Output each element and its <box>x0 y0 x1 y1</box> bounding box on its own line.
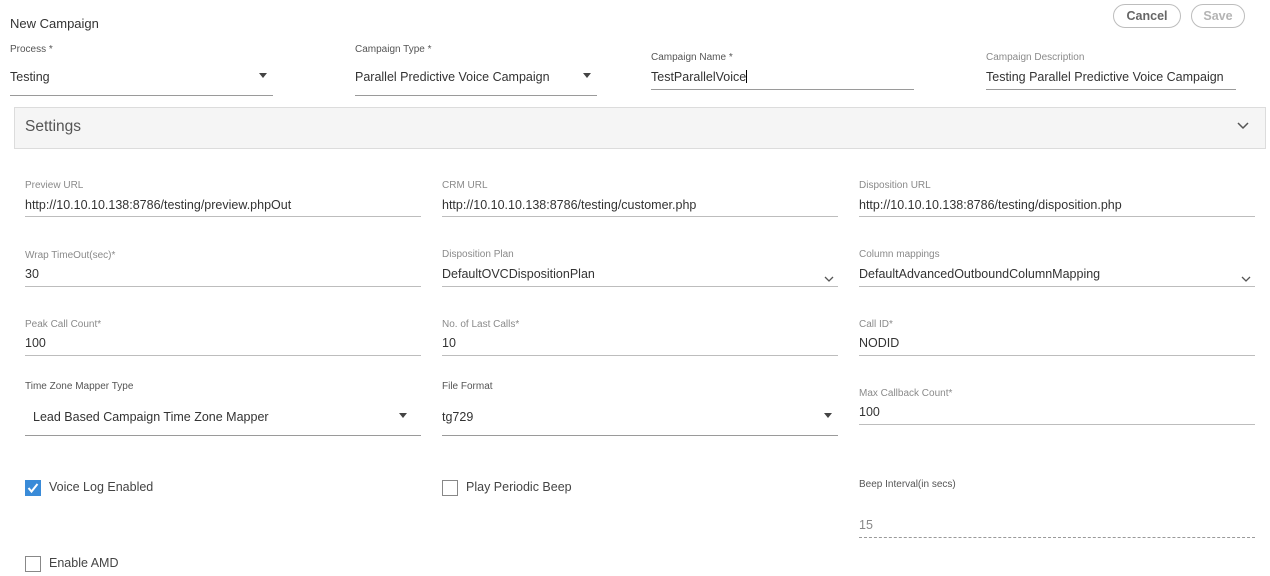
beep-interval-underline <box>859 537 1255 538</box>
save-button[interactable]: Save <box>1191 4 1245 28</box>
chevron-down-icon <box>824 276 834 282</box>
call-id-underline <box>859 355 1255 356</box>
wrap-timeout-value: 30 <box>25 267 39 281</box>
call-id-value: NODID <box>859 336 900 350</box>
preview-url-value: http://10.10.10.138:8786/testing/preview… <box>25 198 292 212</box>
last-calls-underline <box>442 355 838 356</box>
campaign-name-label: Campaign Name * <box>651 52 733 63</box>
disposition-plan-underline <box>442 286 838 287</box>
max-callback-label: Max Callback Count* <box>859 388 953 399</box>
peak-call-count-label: Peak Call Count* <box>25 319 102 330</box>
campaign-description-underline <box>986 89 1236 90</box>
process-underline <box>10 95 273 96</box>
cancel-button[interactable]: Cancel <box>1113 4 1181 28</box>
call-id-label: Call ID* <box>859 319 893 330</box>
campaign-description-label: Campaign Description <box>986 52 1085 63</box>
campaign-name-underline <box>651 89 914 90</box>
file-format-label: File Format <box>442 381 493 392</box>
wrap-timeout-underline <box>25 286 421 287</box>
time-zone-mapper-underline <box>25 435 421 436</box>
text-cursor <box>746 70 748 83</box>
disposition-url-label: Disposition URL <box>859 180 931 191</box>
page-title: New Campaign <box>10 16 99 31</box>
file-format-value: tg729 <box>442 410 474 424</box>
process-value: Testing <box>10 70 50 84</box>
beep-interval-label: Beep Interval(in secs) <box>859 479 956 490</box>
file-format-underline <box>442 435 838 436</box>
periodic-beep-checkbox[interactable] <box>442 480 458 496</box>
crm-url-label: CRM URL <box>442 180 488 191</box>
checkmark-icon <box>27 483 39 494</box>
column-mappings-label: Column mappings <box>859 249 940 260</box>
disposition-url-underline <box>859 216 1255 217</box>
process-label: Process * <box>10 44 53 55</box>
settings-header[interactable] <box>14 107 1266 149</box>
preview-url-label: Preview URL <box>25 180 84 191</box>
voice-log-label: Voice Log Enabled <box>49 480 154 494</box>
settings-title: Settings <box>25 118 82 135</box>
chevron-down-icon[interactable] <box>1237 122 1249 130</box>
caret-down-icon <box>399 413 407 418</box>
crm-url-underline <box>442 216 838 217</box>
crm-url-value: http://10.10.10.138:8786/testing/custome… <box>442 198 697 212</box>
campaign-type-label: Campaign Type * <box>355 44 432 55</box>
max-callback-underline <box>859 424 1255 425</box>
periodic-beep-label: Play Periodic Beep <box>466 480 572 494</box>
campaign-type-value: Parallel Predictive Voice Campaign <box>355 70 550 84</box>
disposition-plan-value: DefaultOVCDispositionPlan <box>442 267 595 281</box>
disposition-plan-label: Disposition Plan <box>442 249 514 260</box>
caret-down-icon <box>583 73 591 78</box>
preview-url-underline <box>25 216 421 217</box>
peak-call-count-value: 100 <box>25 336 46 350</box>
voice-log-checkbox[interactable] <box>25 480 41 496</box>
peak-call-count-underline <box>25 355 421 356</box>
wrap-timeout-label: Wrap TimeOut(sec)* <box>25 250 116 261</box>
time-zone-mapper-value: Lead Based Campaign Time Zone Mapper <box>33 410 269 424</box>
caret-down-icon <box>259 73 267 78</box>
disposition-url-value: http://10.10.10.138:8786/testing/disposi… <box>859 198 1122 212</box>
column-mappings-value: DefaultAdvancedOutboundColumnMapping <box>859 267 1101 281</box>
enable-amd-label: Enable AMD <box>49 556 119 570</box>
enable-amd-checkbox[interactable] <box>25 556 41 572</box>
caret-down-icon <box>824 413 832 418</box>
time-zone-mapper-label: Time Zone Mapper Type <box>25 381 134 392</box>
chevron-down-icon <box>1241 276 1251 282</box>
max-callback-value: 100 <box>859 405 880 419</box>
campaign-description-value: Testing Parallel Predictive Voice Campai… <box>986 70 1224 84</box>
campaign-type-underline <box>355 95 597 96</box>
last-calls-label: No. of Last Calls* <box>442 319 520 330</box>
column-mappings-underline <box>859 286 1255 287</box>
beep-interval-value: 15 <box>859 518 873 532</box>
campaign-name-value: TestParallelVoice <box>651 70 747 84</box>
last-calls-value: 10 <box>442 336 456 350</box>
